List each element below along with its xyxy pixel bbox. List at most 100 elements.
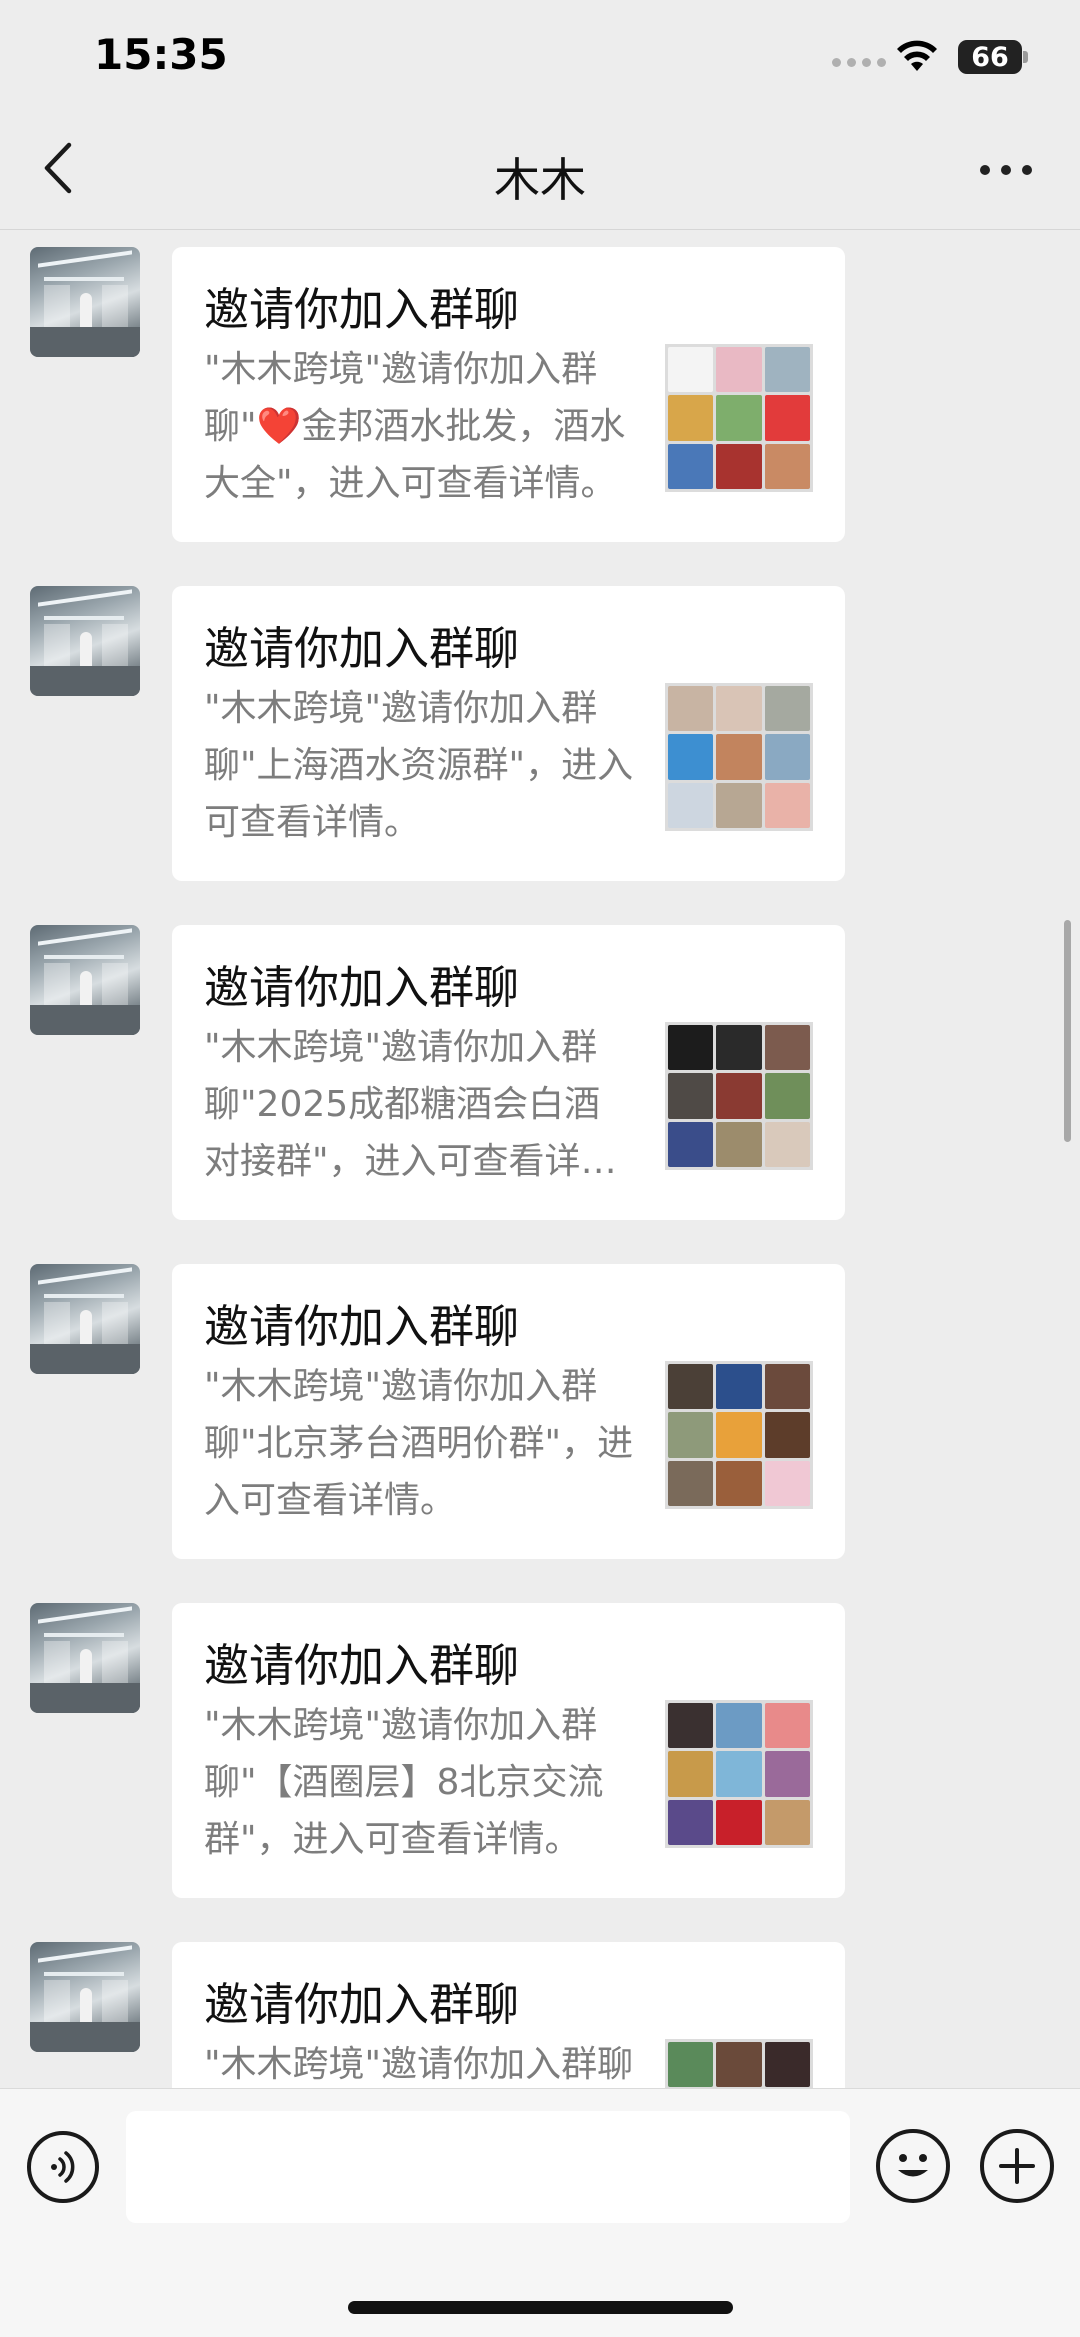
invite-description: "木木跨境"邀请你加入群聊"❤️金邦酒水批发，酒水大全"，进入可查看详情。 bbox=[204, 341, 636, 512]
group-member-thumb bbox=[668, 1121, 714, 1167]
group-member-thumb bbox=[668, 1751, 714, 1797]
group-member-thumb bbox=[764, 2042, 810, 2088]
group-member-thumb bbox=[668, 2042, 714, 2088]
invite-description-text: "木木跨境"邀请你加入群聊"【酒圈层】8北京交流群"，进入可查看详情。 bbox=[204, 1705, 604, 1860]
group-member-thumb bbox=[764, 1703, 810, 1749]
group-member-thumb bbox=[764, 347, 810, 393]
group-invite-card[interactable]: 邀请你加入群聊 "木木跨境"邀请你加入群聊"❤️金邦酒水批发，酒水大全"，进入可查… bbox=[172, 247, 845, 542]
heart-icon: ❤️ bbox=[256, 406, 302, 447]
group-invite-card[interactable]: 邀请你加入群聊 "木木跨境"邀请你加入群聊"上海酒水资源群"，进入可查看详情。 bbox=[172, 586, 845, 881]
group-member-thumb bbox=[764, 1460, 810, 1506]
chat-message-list[interactable]: 邀请你加入群聊 "木木跨境"邀请你加入群聊"❤️金邦酒水批发，酒水大全"，进入可查… bbox=[0, 231, 1080, 2088]
input-bar bbox=[0, 2088, 1080, 2337]
wifi-icon bbox=[897, 40, 937, 71]
group-member-thumb bbox=[764, 1025, 810, 1071]
avatar[interactable] bbox=[30, 247, 140, 357]
invite-title: 邀请你加入群聊 bbox=[204, 622, 520, 675]
group-avatar-grid bbox=[665, 1700, 813, 1848]
group-member-thumb bbox=[764, 734, 810, 780]
invite-title: 邀请你加入群聊 bbox=[204, 283, 520, 336]
battery-icon: 66 bbox=[958, 40, 1022, 74]
invite-description-text: "木木跨境"邀请你加入群聊"上海酒水资源群"，进入可查看详情。 bbox=[204, 688, 634, 843]
group-member-thumb bbox=[668, 1073, 714, 1119]
avatar[interactable] bbox=[30, 1603, 140, 1713]
group-avatar-grid bbox=[665, 683, 813, 831]
group-member-thumb bbox=[668, 395, 714, 441]
group-member-thumb bbox=[668, 1799, 714, 1845]
group-member-thumb bbox=[668, 347, 714, 393]
invite-description: "木木跨境"邀请你加入群聊"2025成都糖酒会白酒对接群"，进入可查看详情。 bbox=[204, 1019, 636, 1190]
chat-message: 邀请你加入群聊 "木木跨境"邀请你加入群聊"北京茅台酒明价群"，进入可查看详情。 bbox=[0, 1264, 1080, 1560]
group-member-thumb bbox=[716, 1025, 762, 1071]
group-member-thumb bbox=[668, 1025, 714, 1071]
group-member-thumb bbox=[764, 782, 810, 828]
emoji-icon bbox=[898, 2154, 928, 2177]
group-invite-card[interactable]: 邀请你加入群聊 "木木跨境"邀请你加入群聊"2025成都糖酒会白酒对接群"，进入可… bbox=[172, 925, 845, 1220]
group-member-thumb bbox=[668, 686, 714, 732]
invite-description: "木木跨境"邀请你加入群聊"北京茅台酒明价群"，进入可查看详情。 bbox=[204, 1358, 636, 1529]
chat-message: 邀请你加入群聊 "木木跨境"邀请你加入群聊 bbox=[0, 1942, 1080, 2088]
group-member-thumb bbox=[764, 1073, 810, 1119]
more-icon bbox=[980, 165, 990, 175]
group-member-thumb bbox=[764, 686, 810, 732]
group-avatar-grid bbox=[665, 1361, 813, 1509]
group-member-thumb bbox=[764, 1121, 810, 1167]
group-avatar-grid bbox=[665, 2039, 813, 2088]
group-member-thumb bbox=[668, 734, 714, 780]
group-invite-card[interactable]: 邀请你加入群聊 "木木跨境"邀请你加入群聊"北京茅台酒明价群"，进入可查看详情。 bbox=[172, 1264, 845, 1559]
group-member-thumb bbox=[716, 1412, 762, 1458]
group-member-thumb bbox=[716, 734, 762, 780]
nav-bar: 木木 bbox=[0, 110, 1080, 230]
group-member-thumb bbox=[668, 443, 714, 489]
group-member-thumb bbox=[668, 1460, 714, 1506]
invite-title: 邀请你加入群聊 bbox=[204, 1639, 520, 1692]
more-button[interactable] bbox=[966, 146, 1046, 194]
invite-title: 邀请你加入群聊 bbox=[204, 961, 520, 1014]
group-member-thumb bbox=[716, 347, 762, 393]
chat-message: 邀请你加入群聊 "木木跨境"邀请你加入群聊"【酒圈层】8北京交流群"，进入可查看详… bbox=[0, 1603, 1080, 1899]
group-member-thumb bbox=[764, 1799, 810, 1845]
emoji-button[interactable] bbox=[876, 2129, 950, 2203]
group-member-thumb bbox=[668, 1703, 714, 1749]
chat-title: 木木 bbox=[494, 153, 586, 207]
group-member-thumb bbox=[716, 1364, 762, 1410]
group-member-thumb bbox=[764, 395, 810, 441]
voice-button[interactable] bbox=[27, 2131, 99, 2203]
plus-button[interactable] bbox=[980, 2129, 1054, 2203]
group-member-thumb bbox=[716, 1460, 762, 1506]
home-indicator bbox=[348, 2301, 733, 2314]
voice-icon bbox=[51, 2151, 75, 2183]
invite-description: "木木跨境"邀请你加入群聊"上海酒水资源群"，进入可查看详情。 bbox=[204, 680, 636, 851]
group-invite-card[interactable]: 邀请你加入群聊 "木木跨境"邀请你加入群聊 bbox=[172, 1942, 845, 2088]
message-input[interactable] bbox=[126, 2111, 850, 2223]
avatar[interactable] bbox=[30, 1264, 140, 1374]
invite-description: "木木跨境"邀请你加入群聊"【酒圈层】8北京交流群"，进入可查看详情。 bbox=[204, 1697, 636, 1868]
group-member-thumb bbox=[764, 1412, 810, 1458]
group-member-thumb bbox=[716, 1121, 762, 1167]
group-member-thumb bbox=[716, 395, 762, 441]
chat-message: 邀请你加入群聊 "木木跨境"邀请你加入群聊"上海酒水资源群"，进入可查看详情。 bbox=[0, 586, 1080, 882]
group-member-thumb bbox=[716, 1073, 762, 1119]
group-avatar-grid bbox=[665, 1022, 813, 1170]
scrollbar[interactable] bbox=[1064, 920, 1071, 1142]
avatar[interactable] bbox=[30, 1942, 140, 2052]
battery-tip bbox=[1023, 51, 1028, 63]
group-member-thumb bbox=[716, 686, 762, 732]
group-invite-card[interactable]: 邀请你加入群聊 "木木跨境"邀请你加入群聊"【酒圈层】8北京交流群"，进入可查看详… bbox=[172, 1603, 845, 1898]
avatar[interactable] bbox=[30, 586, 140, 696]
group-member-thumb bbox=[716, 1703, 762, 1749]
invite-title: 邀请你加入群聊 bbox=[204, 1300, 520, 1353]
chat-message: 邀请你加入群聊 "木木跨境"邀请你加入群聊"2025成都糖酒会白酒对接群"，进入可… bbox=[0, 925, 1080, 1221]
invite-description-text: "木木跨境"邀请你加入群聊"北京茅台酒明价群"，进入可查看详情。 bbox=[204, 1366, 634, 1521]
invite-description: "木木跨境"邀请你加入群聊 bbox=[204, 2036, 636, 2088]
group-member-thumb bbox=[764, 1751, 810, 1797]
status-time: 15:35 bbox=[94, 30, 228, 79]
group-member-thumb bbox=[716, 782, 762, 828]
invite-description-text: "木木跨境"邀请你加入群聊 bbox=[204, 2044, 634, 2085]
group-avatar-grid bbox=[665, 344, 813, 492]
group-member-thumb bbox=[668, 1412, 714, 1458]
invite-title: 邀请你加入群聊 bbox=[204, 1978, 520, 2031]
avatar[interactable] bbox=[30, 925, 140, 1035]
group-member-thumb bbox=[716, 1751, 762, 1797]
invite-description-text: "木木跨境"邀请你加入群聊"2025成都糖酒会白酒对接群"，进入可查看详情。 bbox=[204, 1027, 601, 1182]
